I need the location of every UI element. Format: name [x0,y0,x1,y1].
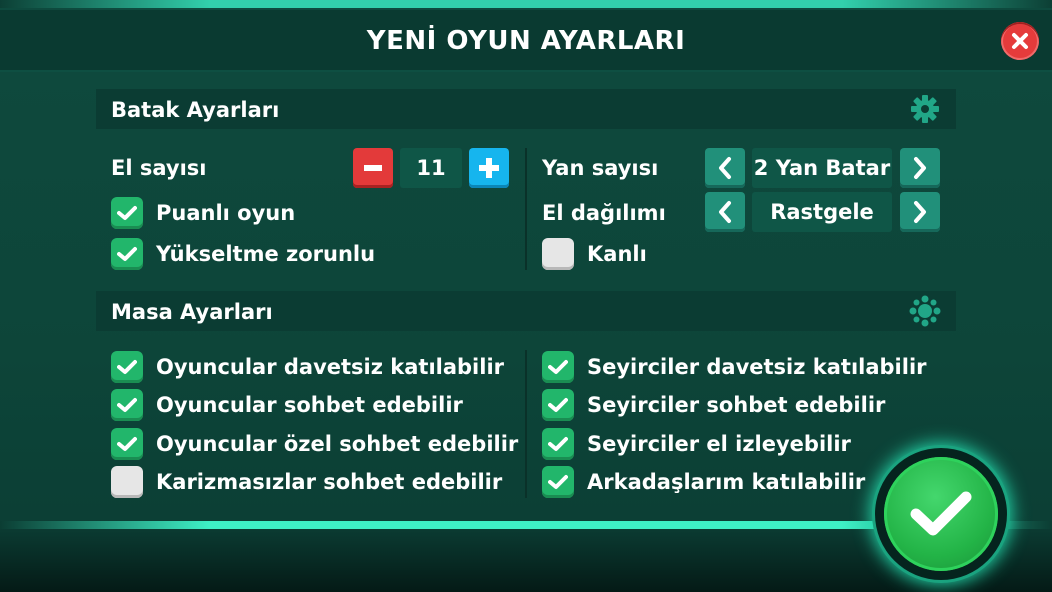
close-icon [1012,33,1028,49]
chevron-left-icon [719,157,731,179]
dialog-header: YENİ OYUN AYARLARI [0,10,1052,72]
oyuncular-ozel-sohbet-label: Oyuncular özel sohbet edebilir [156,432,519,456]
masa-section-label: Masa Ayarları [111,300,273,324]
confirm-button[interactable] [884,457,998,571]
checkbox-oyuncular-davetsiz[interactable] [111,351,143,383]
masa-column-divider [525,350,527,498]
batak-column-divider [525,148,527,270]
puanli-oyun-label: Puanlı oyun [156,201,296,225]
chevron-right-icon [914,157,926,179]
kanli-label: Kanlı [587,242,647,266]
yan-sayisi-value: 2 Yan Batar [752,148,892,188]
arkadaslarim-katilabilir-label: Arkadaşlarım katılabilir [587,470,866,494]
seyirciler-davetsiz-label: Seyirciler davetsiz katılabilir [587,355,927,379]
checkbox-oyuncular-sohbet[interactable] [111,389,143,421]
masa-settings-header: Masa Ayarları [96,291,956,331]
el-dagilimi-value: Rastgele [752,192,892,232]
batak-settings-header: Batak Ayarları [96,89,956,129]
el-dagilimi-prev-button[interactable] [705,192,745,232]
close-button[interactable] [1001,22,1039,60]
gear-icon [911,95,939,123]
seyirciler-el-izleyebilir-label: Seyirciler el izleyebilir [587,432,851,456]
checkbox-yukseltme-zorunlu[interactable] [111,238,143,270]
checkmark-icon [910,491,972,536]
check-icon [548,398,568,412]
check-icon [117,437,137,451]
decrease-button[interactable] [353,148,393,188]
check-icon [548,475,568,489]
table-players-icon [909,295,941,327]
checkbox-oyuncular-ozel-sohbet[interactable] [111,428,143,460]
batak-section-label: Batak Ayarları [111,98,280,122]
check-icon [117,360,137,374]
yan-sayisi-next-button[interactable] [900,148,940,188]
minus-icon [364,165,382,171]
check-icon [117,206,137,220]
yan-sayisi-label: Yan sayısı [542,156,659,180]
chevron-left-icon [719,201,731,223]
el-dagilimi-next-button[interactable] [900,192,940,232]
checkbox-karizmasizlar-sohbet[interactable] [111,466,143,498]
yan-sayisi-prev-button[interactable] [705,148,745,188]
check-icon [117,247,137,261]
karizmasizlar-sohbet-label: Karizmasızlar sohbet edebilir [156,470,503,494]
plus-icon [479,158,499,178]
check-icon [548,437,568,451]
el-sayisi-value: 11 [400,148,462,188]
checkbox-kanli[interactable] [542,238,574,270]
check-icon [548,360,568,374]
chevron-right-icon [914,201,926,223]
dialog-title: YENİ OYUN AYARLARI [366,26,686,56]
increase-button[interactable] [469,148,509,188]
checkbox-seyirciler-sohbet[interactable] [542,389,574,421]
el-sayisi-label: El sayısı [111,156,207,180]
checkbox-puanli-oyun[interactable] [111,197,143,229]
checkbox-seyirciler-el-izleyebilir[interactable] [542,428,574,460]
oyuncular-davetsiz-label: Oyuncular davetsiz katılabilir [156,355,505,379]
check-icon [117,398,137,412]
checkbox-seyirciler-davetsiz[interactable] [542,351,574,383]
el-dagilimi-label: El dağılımı [542,201,666,225]
top-glow-line [0,0,1052,8]
seyirciler-sohbet-label: Seyirciler sohbet edebilir [587,393,886,417]
oyuncular-sohbet-label: Oyuncular sohbet edebilir [156,393,463,417]
checkbox-arkadaslarim-katilabilir[interactable] [542,466,574,498]
yukseltme-zorunlu-label: Yükseltme zorunlu [156,242,376,266]
